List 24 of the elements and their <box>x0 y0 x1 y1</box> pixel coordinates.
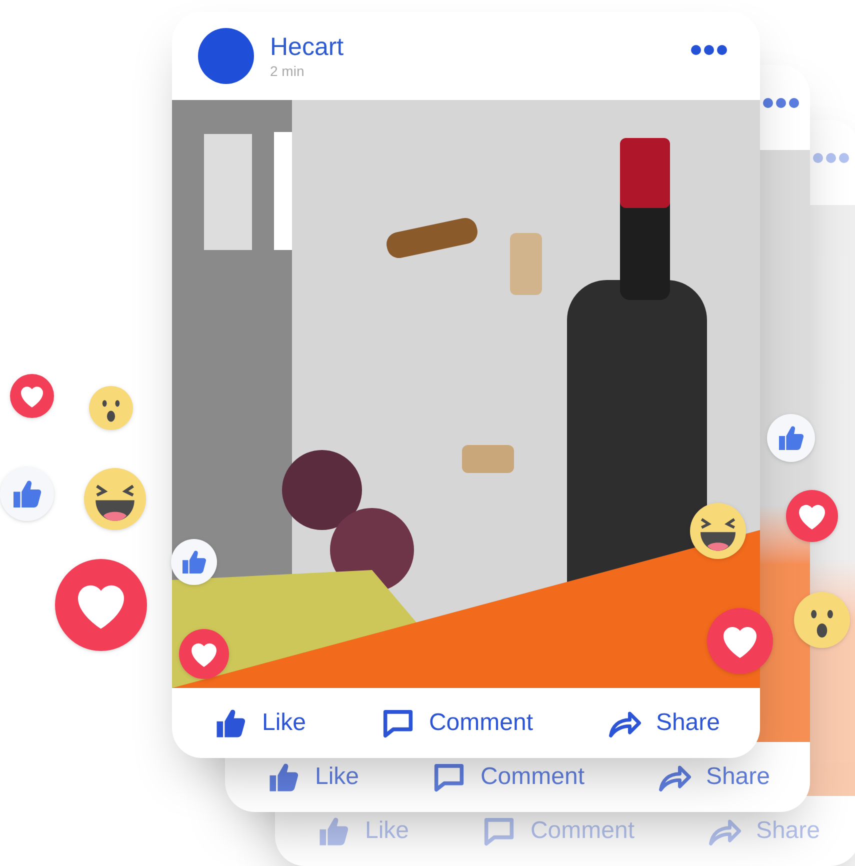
surprised-face-icon <box>794 592 850 648</box>
comment-button[interactable]: Comment <box>378 704 533 742</box>
more-options-icon[interactable] <box>690 44 728 56</box>
more-options-icon[interactable] <box>762 97 800 109</box>
heart-reaction-icon <box>10 374 54 418</box>
post-time: 2 min <box>270 64 306 78</box>
share-button[interactable]: Share <box>656 758 770 796</box>
cork-drawing <box>510 233 542 295</box>
laughing-face-icon <box>84 468 146 530</box>
comment-button[interactable]: Comment <box>430 758 584 796</box>
heart-reaction-icon <box>707 608 773 674</box>
heart-reaction-icon <box>55 559 147 651</box>
heart-reaction-icon <box>786 490 838 542</box>
cork-drawing <box>462 445 514 473</box>
surprised-face-icon <box>89 386 133 430</box>
like-button[interactable]: Like <box>265 758 360 796</box>
share-button[interactable]: Share <box>606 704 720 742</box>
laughing-face-icon <box>690 503 746 559</box>
thumbs-up-reaction-icon <box>171 539 217 585</box>
thumbs-up-reaction-icon <box>0 467 54 521</box>
thumbs-up-reaction-icon <box>767 414 815 462</box>
author-name[interactable]: Hecart <box>270 34 674 60</box>
heart-reaction-icon <box>179 629 229 679</box>
like-button[interactable]: Like <box>212 704 306 742</box>
